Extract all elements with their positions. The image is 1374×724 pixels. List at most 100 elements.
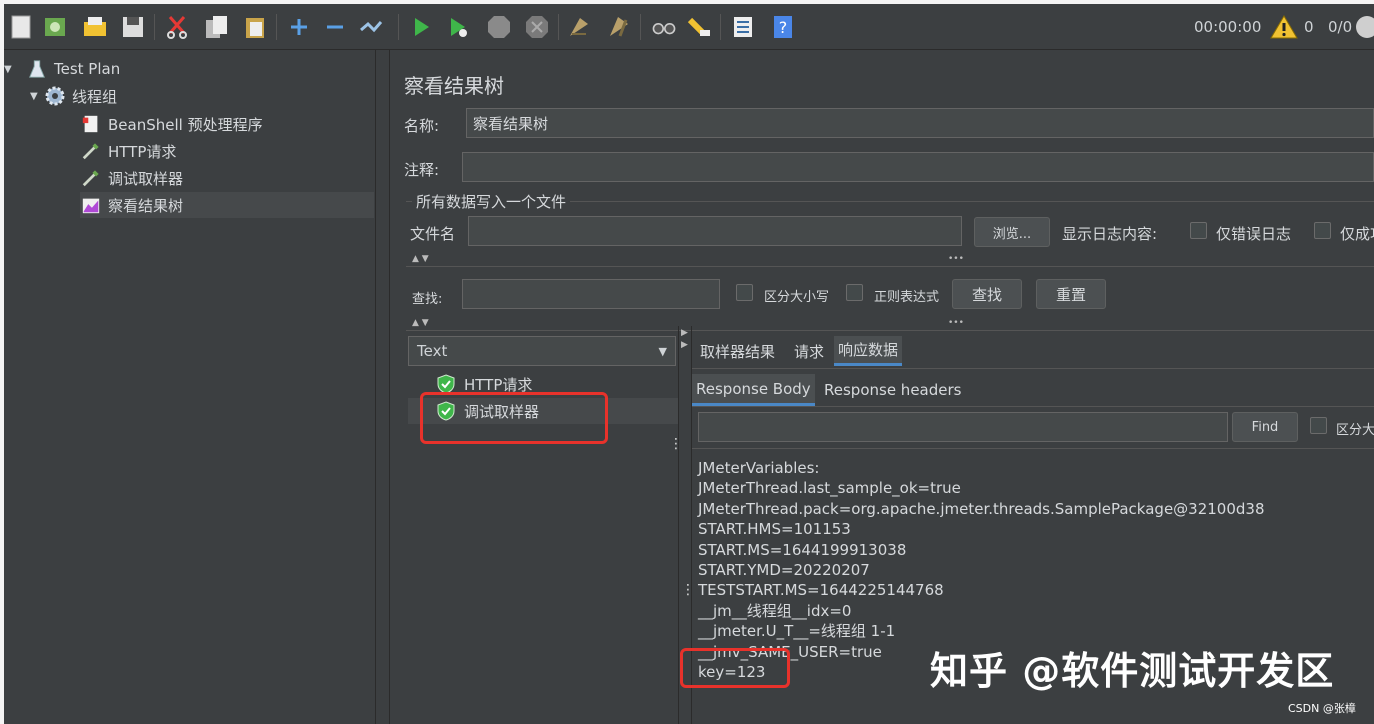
- chevron-down-icon: ▼: [658, 344, 667, 358]
- flask-icon: [26, 58, 48, 80]
- success-only-label: 仅成功: [1340, 225, 1374, 243]
- response-line: __jmeter.U_T__=线程组 1-1: [698, 622, 896, 641]
- response-line: TESTSTART.MS=1644225144768: [698, 581, 944, 600]
- divider: [406, 330, 1374, 331]
- browse-button[interactable]: 浏览...: [974, 217, 1050, 247]
- clear-all-icon[interactable]: [606, 14, 632, 40]
- collapse-arrows-icon[interactable]: ▶: [681, 328, 688, 338]
- tree-item-label: Test Plan: [54, 60, 121, 78]
- remove-icon[interactable]: [322, 14, 348, 40]
- new-icon[interactable]: [8, 14, 34, 40]
- tree-item-label: 线程组: [72, 87, 118, 106]
- tree-item-label: HTTP请求: [108, 142, 177, 161]
- tab-response-data[interactable]: 响应数据: [834, 336, 903, 366]
- response-case-checkbox[interactable]: [1310, 417, 1327, 434]
- response-search-input[interactable]: [698, 412, 1228, 442]
- tab-sampler-result[interactable]: 取样器结果: [696, 336, 779, 366]
- filename-field[interactable]: [468, 216, 962, 246]
- page-title: 察看结果树: [404, 74, 504, 98]
- response-find-button[interactable]: Find: [1232, 412, 1298, 442]
- response-line: START.HMS=101153: [698, 520, 851, 539]
- tab-request[interactable]: 请求: [790, 336, 828, 366]
- shutdown-icon[interactable]: [524, 14, 550, 40]
- file-section-title: 所有数据写入一个文件: [412, 191, 571, 212]
- warning-icon[interactable]: [1270, 14, 1298, 40]
- tree-item-debug-sampler[interactable]: 调试取样器: [80, 165, 183, 191]
- response-line: START.YMD=20220207: [698, 561, 870, 580]
- splitter-grip-icon[interactable]: •••: [948, 318, 964, 330]
- svg-text:?: ?: [779, 18, 788, 37]
- log-content-label: 显示日志内容:: [1062, 225, 1158, 243]
- clear-icon[interactable]: [566, 14, 592, 40]
- tab-response-body[interactable]: Response Body: [692, 374, 815, 406]
- open-icon[interactable]: [82, 14, 108, 40]
- name-field[interactable]: 察看结果树: [466, 108, 1374, 138]
- toggle-icon[interactable]: [358, 14, 384, 40]
- chevron-down-icon[interactable]: ▼: [30, 91, 44, 102]
- tree-item-thread-group[interactable]: ▼ 线程组: [30, 83, 117, 109]
- comment-field[interactable]: [462, 152, 1374, 182]
- templates-icon[interactable]: [42, 14, 68, 40]
- find-button[interactable]: 查找: [952, 279, 1022, 309]
- search-label: 查找:: [412, 292, 443, 307]
- warning-count: 0: [1304, 18, 1314, 36]
- tab-response-headers[interactable]: Response headers: [820, 374, 965, 406]
- divider: [406, 266, 1374, 267]
- add-icon[interactable]: [286, 14, 312, 40]
- case-sensitive-label: 区分大小写: [764, 290, 830, 305]
- regex-label: 正则表达式: [874, 290, 940, 305]
- chevron-down-icon[interactable]: ▼: [4, 64, 18, 75]
- save-icon[interactable]: [120, 14, 146, 40]
- splitter-grip-icon[interactable]: ⋮: [669, 436, 683, 452]
- remote-globe-icon[interactable]: [1356, 16, 1374, 38]
- script-icon: [80, 113, 102, 135]
- success-shield-icon: [437, 374, 455, 394]
- start-no-pause-icon[interactable]: [444, 14, 470, 40]
- tree-item-view-results-tree[interactable]: 察看结果树: [80, 192, 374, 218]
- jmeter-window: ? 00:00:00 0 0/0 ▼ Test Plan ▼ 线程组 BeanS…: [4, 4, 1374, 724]
- chart-icon: [80, 194, 102, 216]
- errors-only-checkbox[interactable]: [1190, 222, 1207, 239]
- search-input[interactable]: [462, 279, 720, 309]
- stop-icon[interactable]: [482, 14, 516, 40]
- start-icon[interactable]: [408, 14, 434, 40]
- help-icon[interactable]: ?: [770, 14, 796, 40]
- renderer-select[interactable]: Text ▼: [408, 336, 676, 366]
- splitter-grip-icon[interactable]: ⋮: [681, 582, 695, 598]
- highlight-box: [420, 392, 608, 444]
- tree-item-test-plan[interactable]: ▼ Test Plan: [4, 56, 120, 82]
- response-line: START.MS=1644199913038: [698, 540, 907, 559]
- cut-icon[interactable]: [164, 14, 190, 40]
- paste-icon[interactable]: [242, 14, 268, 40]
- collapse-arrows-icon[interactable]: ▶: [681, 340, 688, 350]
- toolbar: ? 00:00:00 0 0/0: [4, 4, 1374, 50]
- tree-item-label: BeanShell 预处理程序: [108, 115, 263, 134]
- active-threads: 0/0: [1328, 18, 1353, 36]
- elapsed-timer: 00:00:00: [1194, 18, 1262, 36]
- search-icon[interactable]: [648, 14, 680, 40]
- renderer-selected: Text: [417, 342, 448, 360]
- splitter-grip-icon[interactable]: •••: [948, 254, 964, 266]
- highlight-box: [680, 648, 790, 688]
- response-line: __jm__线程组__idx=0: [698, 601, 852, 620]
- success-only-checkbox[interactable]: [1314, 222, 1331, 239]
- reset-search-icon[interactable]: [686, 14, 712, 40]
- tree-item-beanshell[interactable]: BeanShell 预处理程序: [80, 111, 263, 137]
- pipette-icon: [80, 140, 102, 162]
- test-plan-tree: ▼ Test Plan ▼ 线程组 BeanShell 预处理程序 HTTP请求: [4, 50, 376, 724]
- copy-icon[interactable]: [204, 14, 230, 40]
- response-line: JMeterVariables:: [698, 459, 820, 477]
- gear-icon: [44, 85, 66, 107]
- collapse-arrows-icon[interactable]: ▲ ▼: [412, 254, 429, 266]
- function-helper-icon[interactable]: [730, 14, 756, 40]
- regex-checkbox[interactable]: [846, 284, 863, 301]
- response-line: JMeterThread.last_sample_ok=true: [698, 479, 961, 498]
- tree-item-http-request[interactable]: HTTP请求: [80, 138, 176, 164]
- name-label: 名称:: [404, 117, 440, 135]
- watermark-text: 知乎 @软件测试开发区: [930, 649, 1335, 693]
- reset-button[interactable]: 重置: [1036, 279, 1106, 309]
- collapse-arrows-icon[interactable]: ▲ ▼: [412, 318, 429, 330]
- case-sensitive-checkbox[interactable]: [736, 284, 753, 301]
- errors-only-label: 仅错误日志: [1216, 225, 1292, 243]
- split-pane-divider[interactable]: [376, 50, 390, 724]
